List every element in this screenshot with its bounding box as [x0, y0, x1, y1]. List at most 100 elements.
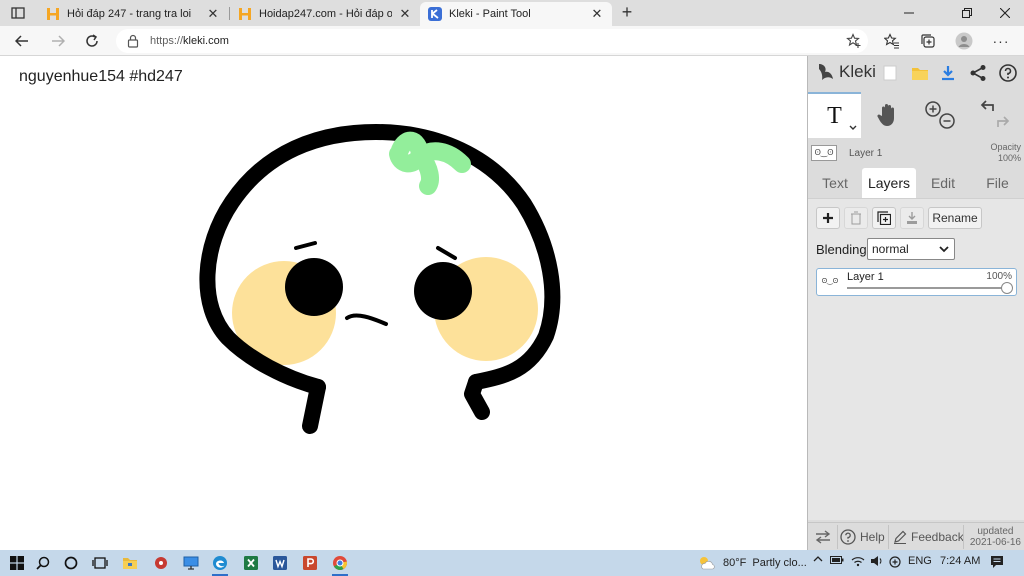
media-app-button[interactable] — [150, 553, 172, 573]
tab-file[interactable]: File — [970, 168, 1024, 198]
speaker-icon — [871, 556, 882, 566]
word-icon — [273, 556, 287, 570]
battery-indicator[interactable] — [830, 555, 844, 565]
favorites-button[interactable] — [882, 31, 902, 51]
swap-sides-button[interactable] — [815, 529, 831, 545]
merge-layer-button[interactable] — [900, 207, 924, 229]
network-indicator[interactable] — [851, 555, 865, 567]
layer-opacity-slider-track[interactable] — [847, 287, 1007, 289]
excel-icon — [244, 556, 258, 570]
show-hidden-icons-button[interactable] — [813, 555, 823, 563]
tab-close-icon[interactable]: ✕ — [398, 6, 412, 22]
browser-tab-kleki[interactable]: Kleki - Paint Tool ✕ — [420, 2, 612, 26]
tab-close-icon[interactable]: ✕ — [206, 6, 220, 22]
duplicate-icon — [877, 211, 891, 225]
kleki-logo[interactable]: Kleki — [816, 62, 876, 82]
right-eyebrow — [436, 246, 457, 260]
open-image-button[interactable] — [910, 63, 930, 83]
save-image-button[interactable] — [938, 63, 958, 83]
kleki-header: Kleki — [808, 56, 1024, 90]
this-pc-button[interactable] — [180, 553, 202, 573]
cortana-button[interactable] — [60, 553, 82, 573]
weather-description: Partly clo... — [752, 557, 807, 569]
current-layer-preview[interactable]: ʘ‿ʘ Layer 1 Opacity 100% — [811, 142, 1021, 164]
tab-actions-button[interactable] — [6, 3, 30, 23]
close-window-button[interactable] — [982, 0, 1024, 26]
duplicate-layer-button[interactable] — [872, 207, 896, 229]
footer-separator — [837, 525, 838, 549]
feedback-button[interactable]: Feedback — [893, 529, 964, 545]
address-bar[interactable]: https://kleki.com — [116, 29, 868, 53]
chrome-button[interactable] — [329, 553, 351, 576]
pencil-icon — [893, 530, 907, 544]
excel-button[interactable] — [240, 553, 262, 573]
layer-opacity-slider-handle[interactable] — [1001, 282, 1013, 294]
collections-button[interactable] — [918, 31, 938, 51]
media-disc-icon — [155, 557, 167, 569]
zoom-in-out-icon — [925, 101, 955, 129]
powerpoint-button[interactable] — [299, 553, 321, 573]
folder-icon — [912, 68, 928, 80]
undo-redo-buttons[interactable] — [970, 92, 1020, 138]
browser-toolbar: https://kleki.com ··· — [0, 26, 1024, 56]
mouth — [345, 313, 388, 326]
blending-value: normal — [872, 242, 909, 256]
blending-mode-select[interactable]: normal — [867, 238, 955, 260]
search-button[interactable] — [32, 553, 54, 573]
tab-close-icon[interactable]: ✕ — [590, 6, 604, 22]
clock[interactable]: 7:24 AM — [940, 555, 980, 567]
kleki-favicon-icon — [428, 7, 442, 21]
layer-list-item[interactable]: ʘ‿ʘ Layer 1 100% — [816, 268, 1017, 296]
left-eye — [285, 258, 343, 316]
updated-info: updated 2021-06-16 — [970, 526, 1021, 548]
favorite-star-icon[interactable] — [846, 33, 862, 49]
profile-button[interactable] — [954, 31, 974, 51]
rename-layer-button[interactable]: Rename — [928, 207, 982, 229]
browser-tab-hoidap247-2[interactable]: Hoidap247.com - Hỏi đáp online ✕ — [230, 2, 420, 26]
download-icon — [942, 66, 954, 81]
help-button[interactable] — [998, 63, 1018, 83]
refresh-button[interactable] — [80, 30, 104, 52]
chevron-up-icon — [813, 556, 823, 562]
new-tab-button[interactable]: + — [616, 2, 638, 24]
right-eye — [414, 262, 472, 320]
back-button[interactable] — [10, 30, 34, 52]
language-indicator[interactable]: ENG — [908, 555, 932, 567]
opacity-label: Opacity — [990, 142, 1021, 152]
tab-layers[interactable]: Layers — [862, 168, 916, 198]
new-page-icon — [883, 65, 897, 81]
panel-tabs: Text Layers Edit File — [808, 168, 1024, 198]
browser-tab-hoidap247-1[interactable]: Hỏi đáp 247 - trang tra loi ✕ — [38, 2, 228, 26]
tab-edit[interactable]: Edit — [916, 168, 970, 198]
tab-actions-icon — [11, 7, 25, 19]
start-button[interactable] — [6, 553, 28, 573]
zoom-buttons[interactable] — [916, 92, 964, 138]
file-explorer-button[interactable] — [119, 553, 141, 573]
volume-indicator[interactable] — [870, 555, 884, 567]
share-image-button[interactable] — [968, 63, 988, 83]
new-image-button[interactable] — [880, 63, 900, 83]
minimize-icon — [904, 12, 914, 14]
hand-tool-button[interactable] — [864, 92, 912, 138]
forward-button[interactable] — [46, 30, 70, 52]
delete-layer-button[interactable] — [844, 207, 868, 229]
tool-row: T — [808, 92, 1024, 138]
layer-opacity-value: 100% — [986, 271, 1012, 282]
drawing-canvas[interactable]: nguyenhue154 #hd247 — [0, 56, 807, 550]
add-layer-button[interactable] — [816, 207, 840, 229]
weather-widget[interactable]: 80°F Partly clo... — [697, 555, 807, 571]
settings-more-button[interactable]: ··· — [991, 31, 1011, 51]
weather-temperature: 80°F — [723, 557, 747, 569]
word-button[interactable] — [269, 553, 291, 573]
task-view-button[interactable] — [89, 553, 111, 573]
tab-text[interactable]: Text — [808, 168, 862, 198]
forward-arrow-icon — [52, 35, 65, 47]
edge-button[interactable] — [209, 553, 231, 576]
ime-indicator[interactable] — [888, 555, 902, 569]
url-scheme: https:// — [150, 35, 184, 47]
text-tool-button[interactable]: T — [808, 92, 861, 138]
footer-help-button[interactable]: Help — [840, 529, 885, 545]
search-icon — [36, 556, 50, 570]
minimize-button[interactable] — [886, 0, 932, 26]
notifications-button[interactable] — [990, 555, 1004, 569]
